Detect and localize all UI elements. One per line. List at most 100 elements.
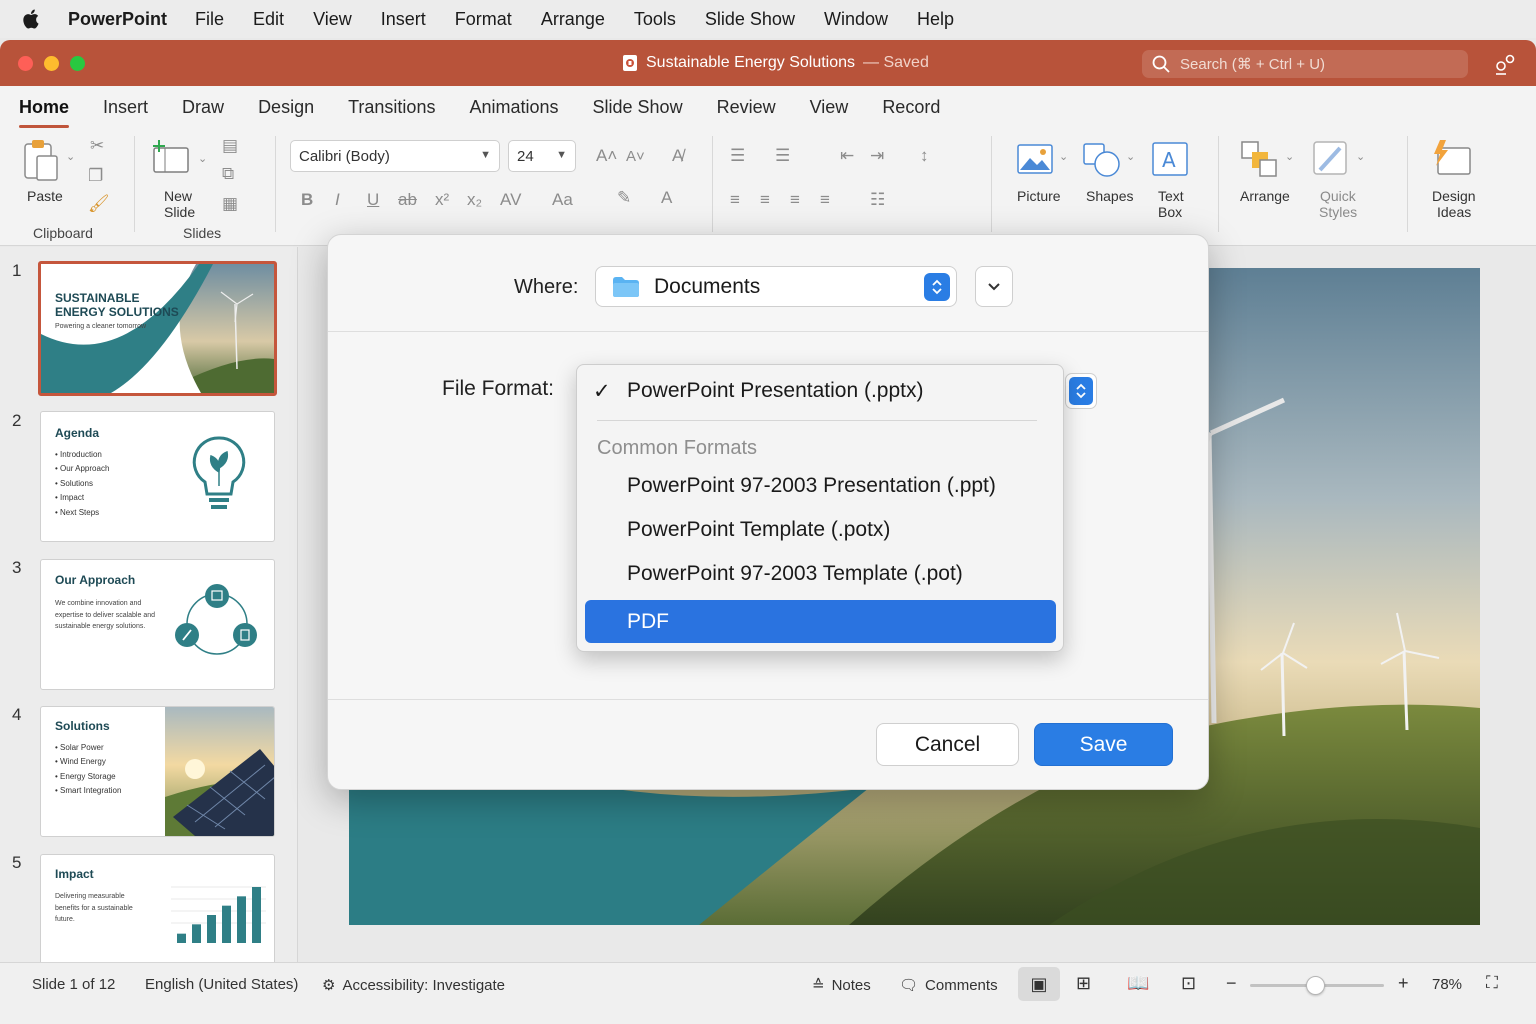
paste-icon[interactable]: [22, 138, 62, 184]
quick-styles-chevron-icon[interactable]: ⌄: [1356, 150, 1365, 163]
close-window-button[interactable]: [18, 56, 33, 71]
slide-sorter-icon[interactable]: ⊞: [1076, 973, 1091, 994]
zoom-window-button[interactable]: [70, 56, 85, 71]
bold-icon[interactable]: B: [301, 190, 313, 210]
tab-design[interactable]: Design: [258, 97, 314, 118]
font-family-select[interactable]: Calibri (Body) ▼: [290, 140, 500, 172]
language-indicator[interactable]: English (United States): [145, 976, 298, 993]
format-option-potx[interactable]: PowerPoint Template (.potx): [627, 518, 890, 542]
arrange-chevron-icon[interactable]: ⌄: [1285, 150, 1294, 163]
underline-icon[interactable]: U: [367, 190, 379, 210]
increase-font-size-icon[interactable]: A˄: [596, 146, 617, 166]
text-box-icon[interactable]: A: [1152, 142, 1188, 176]
menu-view[interactable]: View: [313, 9, 352, 30]
picture-icon[interactable]: [1017, 144, 1053, 174]
line-spacing-icon[interactable]: ↕: [920, 146, 929, 166]
align-right-icon[interactable]: ≡: [790, 190, 800, 210]
zoom-slider-thumb[interactable]: [1305, 976, 1325, 995]
search-box[interactable]: Search (⌘ + Ctrl + U): [1142, 50, 1468, 78]
zoom-out-icon[interactable]: −: [1226, 973, 1237, 994]
share-icon[interactable]: [1494, 53, 1516, 75]
menu-app-name[interactable]: PowerPoint: [68, 9, 167, 30]
arrange-icon[interactable]: [1240, 140, 1280, 178]
new-slide-label-1[interactable]: New: [164, 188, 192, 204]
slide-thumbnail-4[interactable]: Solutions Solar Power Wind Energy Energy…: [40, 706, 275, 837]
menu-file[interactable]: File: [195, 9, 224, 30]
arrange-label[interactable]: Arrange: [1240, 188, 1290, 204]
paste-label[interactable]: Paste: [27, 188, 63, 204]
menu-edit[interactable]: Edit: [253, 9, 284, 30]
menu-insert[interactable]: Insert: [381, 9, 426, 30]
tab-insert[interactable]: Insert: [103, 97, 148, 118]
zoom-level[interactable]: 78%: [1432, 976, 1462, 993]
tab-view[interactable]: View: [810, 97, 849, 118]
new-slide-label-2[interactable]: Slide: [164, 204, 195, 220]
layout-icon[interactable]: ▤: [222, 136, 238, 156]
italic-icon[interactable]: I: [335, 190, 340, 210]
numbering-icon[interactable]: ☰: [775, 146, 790, 166]
shapes-chevron-icon[interactable]: ⌄: [1126, 150, 1135, 163]
format-painter-icon[interactable]: 🖌: [88, 194, 110, 214]
tab-draw[interactable]: Draw: [182, 97, 224, 118]
slide-thumbnail-1[interactable]: SUSTAINABLE ENERGY SOLUTIONS Powering a …: [38, 261, 277, 396]
decrease-font-size-icon[interactable]: A˅: [626, 148, 645, 165]
slide-thumbnail-5[interactable]: Impact Delivering measurable benefits fo…: [40, 854, 275, 962]
text-box-label-2[interactable]: Box: [1158, 204, 1182, 220]
quick-styles-icon[interactable]: [1312, 140, 1352, 178]
menu-tools[interactable]: Tools: [634, 9, 676, 30]
menu-window[interactable]: Window: [824, 9, 888, 30]
normal-view-icon[interactable]: ▣: [1018, 967, 1060, 1001]
highlight-color-icon[interactable]: ✎: [617, 188, 631, 208]
notes-button[interactable]: ≙ Notes: [812, 976, 871, 995]
bullets-icon[interactable]: ☰: [730, 146, 745, 166]
design-ideas-label-1[interactable]: Design: [1432, 188, 1476, 204]
increase-indent-icon[interactable]: ⇥: [870, 146, 884, 166]
shapes-label[interactable]: Shapes: [1086, 188, 1133, 204]
file-format-select[interactable]: [1065, 373, 1097, 409]
quick-styles-label-1[interactable]: Quick: [1320, 188, 1356, 204]
decrease-indent-icon[interactable]: ⇤: [840, 146, 854, 166]
shapes-icon[interactable]: [1082, 142, 1122, 178]
apple-icon[interactable]: [22, 8, 42, 30]
subscript-icon[interactable]: x₂: [467, 190, 482, 210]
tab-record[interactable]: Record: [882, 97, 940, 118]
copy-icon[interactable]: ❐: [88, 166, 103, 186]
format-option-pot[interactable]: PowerPoint 97-2003 Template (.pot): [627, 562, 963, 586]
section-icon[interactable]: ▦: [222, 194, 238, 214]
slide-thumbnail-2[interactable]: Agenda Introduction Our Approach Solutio…: [40, 411, 275, 542]
design-ideas-label-2[interactable]: Ideas: [1437, 204, 1471, 220]
where-select[interactable]: Documents: [595, 266, 957, 307]
reading-view-icon[interactable]: 📖: [1127, 973, 1149, 994]
align-center-icon[interactable]: ≡: [760, 190, 770, 210]
accessibility-checker[interactable]: ⚙ Accessibility: Investigate: [322, 976, 505, 995]
menu-help[interactable]: Help: [917, 9, 954, 30]
font-color-icon[interactable]: A: [661, 188, 672, 208]
clear-formatting-icon[interactable]: A̸: [672, 146, 683, 166]
picture-chevron-icon[interactable]: ⌄: [1059, 150, 1068, 163]
picture-label[interactable]: Picture: [1017, 188, 1061, 204]
tab-animations[interactable]: Animations: [469, 97, 558, 118]
reset-slide-icon[interactable]: ⧉: [222, 164, 234, 184]
new-slide-chevron-icon[interactable]: ⌄: [198, 152, 207, 165]
format-option-pptx[interactable]: PowerPoint Presentation (.pptx): [627, 379, 923, 403]
justify-icon[interactable]: ≡: [820, 190, 830, 210]
expand-dialog-button[interactable]: [975, 266, 1013, 307]
menu-arrange[interactable]: Arrange: [541, 9, 605, 30]
text-box-label-1[interactable]: Text: [1158, 188, 1184, 204]
save-button[interactable]: Save: [1034, 723, 1173, 766]
menu-format[interactable]: Format: [455, 9, 512, 30]
design-ideas-icon[interactable]: [1430, 138, 1472, 178]
quick-styles-label-2[interactable]: Styles: [1319, 204, 1357, 220]
cut-icon[interactable]: ✂: [90, 136, 104, 156]
slide-thumbnail-3[interactable]: Our Approach We combine innovation and e…: [40, 559, 275, 690]
zoom-in-icon[interactable]: +: [1398, 973, 1409, 994]
minimize-window-button[interactable]: [44, 56, 59, 71]
tab-review[interactable]: Review: [717, 97, 776, 118]
font-size-select[interactable]: 24 ▼: [508, 140, 576, 172]
change-case-icon[interactable]: Aa: [552, 190, 573, 210]
format-option-ppt[interactable]: PowerPoint 97-2003 Presentation (.ppt): [627, 474, 996, 498]
menu-slide-show[interactable]: Slide Show: [705, 9, 795, 30]
tab-slide-show[interactable]: Slide Show: [593, 97, 683, 118]
format-option-pdf[interactable]: PDF: [585, 600, 1056, 643]
cancel-button[interactable]: Cancel: [876, 723, 1019, 766]
